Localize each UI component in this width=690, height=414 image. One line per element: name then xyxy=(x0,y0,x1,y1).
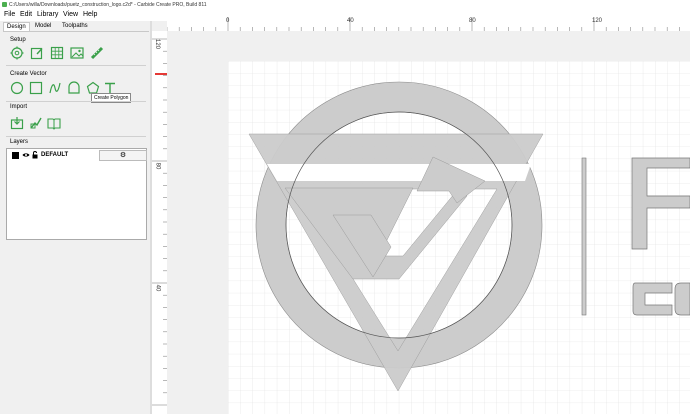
section-setup-label: Setup xyxy=(10,37,26,43)
vertical-ruler: 120 80 40 xyxy=(152,31,167,414)
import-icon[interactable] xyxy=(10,116,24,130)
ruler-ticks xyxy=(167,17,680,31)
separator xyxy=(6,65,146,66)
separator xyxy=(6,136,146,137)
canvas-drawing xyxy=(228,61,690,414)
design-canvas[interactable] xyxy=(167,31,690,414)
ruler-label-x: 120 xyxy=(592,18,603,24)
app-icon xyxy=(2,2,7,7)
menu-view[interactable]: View xyxy=(63,11,78,18)
title-bar: C:/Users/willa/Downloads/puetz_construct… xyxy=(0,0,690,10)
section-import-label: Import xyxy=(10,104,28,110)
tab-model[interactable]: Model xyxy=(32,22,54,31)
ruler-label-y: 80 xyxy=(154,162,161,170)
arch-icon[interactable] xyxy=(67,81,81,95)
window-title: C:/Users/willa/Downloads/puetz_construct… xyxy=(9,2,207,8)
ruler-label-x: 40 xyxy=(347,18,354,24)
job-setup-icon[interactable] xyxy=(10,46,24,60)
ruler-label-x: 0 xyxy=(226,18,230,24)
layer-settings-button[interactable]: ⚙ xyxy=(99,150,147,161)
curve-icon[interactable] xyxy=(48,81,62,95)
separator xyxy=(6,101,146,102)
edit-icon[interactable] xyxy=(30,46,44,60)
tab-toolpaths[interactable]: Toolpaths xyxy=(59,22,91,31)
tab-underline xyxy=(3,31,149,32)
menu-library[interactable]: Library xyxy=(37,11,58,18)
menu-file[interactable]: File xyxy=(4,11,15,18)
cursor-marker xyxy=(155,73,167,75)
lock-icon[interactable] xyxy=(32,151,38,159)
circle-icon[interactable] xyxy=(10,81,24,95)
import-svg-icon[interactable] xyxy=(29,116,43,130)
gear-icon: ⚙ xyxy=(119,152,127,159)
section-layers-label: Layers xyxy=(10,139,29,145)
layer-color-swatch[interactable] xyxy=(12,152,19,159)
measure-icon[interactable] xyxy=(90,46,104,60)
ruler-label-y: 120 xyxy=(154,38,161,50)
divider-bar xyxy=(581,157,587,316)
grid-icon[interactable] xyxy=(50,46,64,60)
design-panel: Design Model Toolpaths Setup Create Vect… xyxy=(0,21,150,414)
layer-name: DEFAULT xyxy=(41,152,69,158)
ruler-label-y: 40 xyxy=(154,284,161,292)
horizontal-ruler: 0 40 80 120 xyxy=(167,17,690,31)
eye-icon[interactable] xyxy=(22,152,30,158)
menu-edit[interactable]: Edit xyxy=(20,11,32,18)
library-icon[interactable] xyxy=(47,116,61,130)
image-icon[interactable] xyxy=(70,46,84,60)
rectangle-icon[interactable] xyxy=(29,81,43,95)
menu-help[interactable]: Help xyxy=(83,11,97,18)
ruler-label-x: 80 xyxy=(469,18,476,24)
logo-letter-o xyxy=(674,282,690,316)
layers-list: DEFAULT ⚙ xyxy=(6,148,147,240)
section-create-vector-label: Create Vector xyxy=(10,71,47,77)
ruler-ticks xyxy=(152,38,167,406)
